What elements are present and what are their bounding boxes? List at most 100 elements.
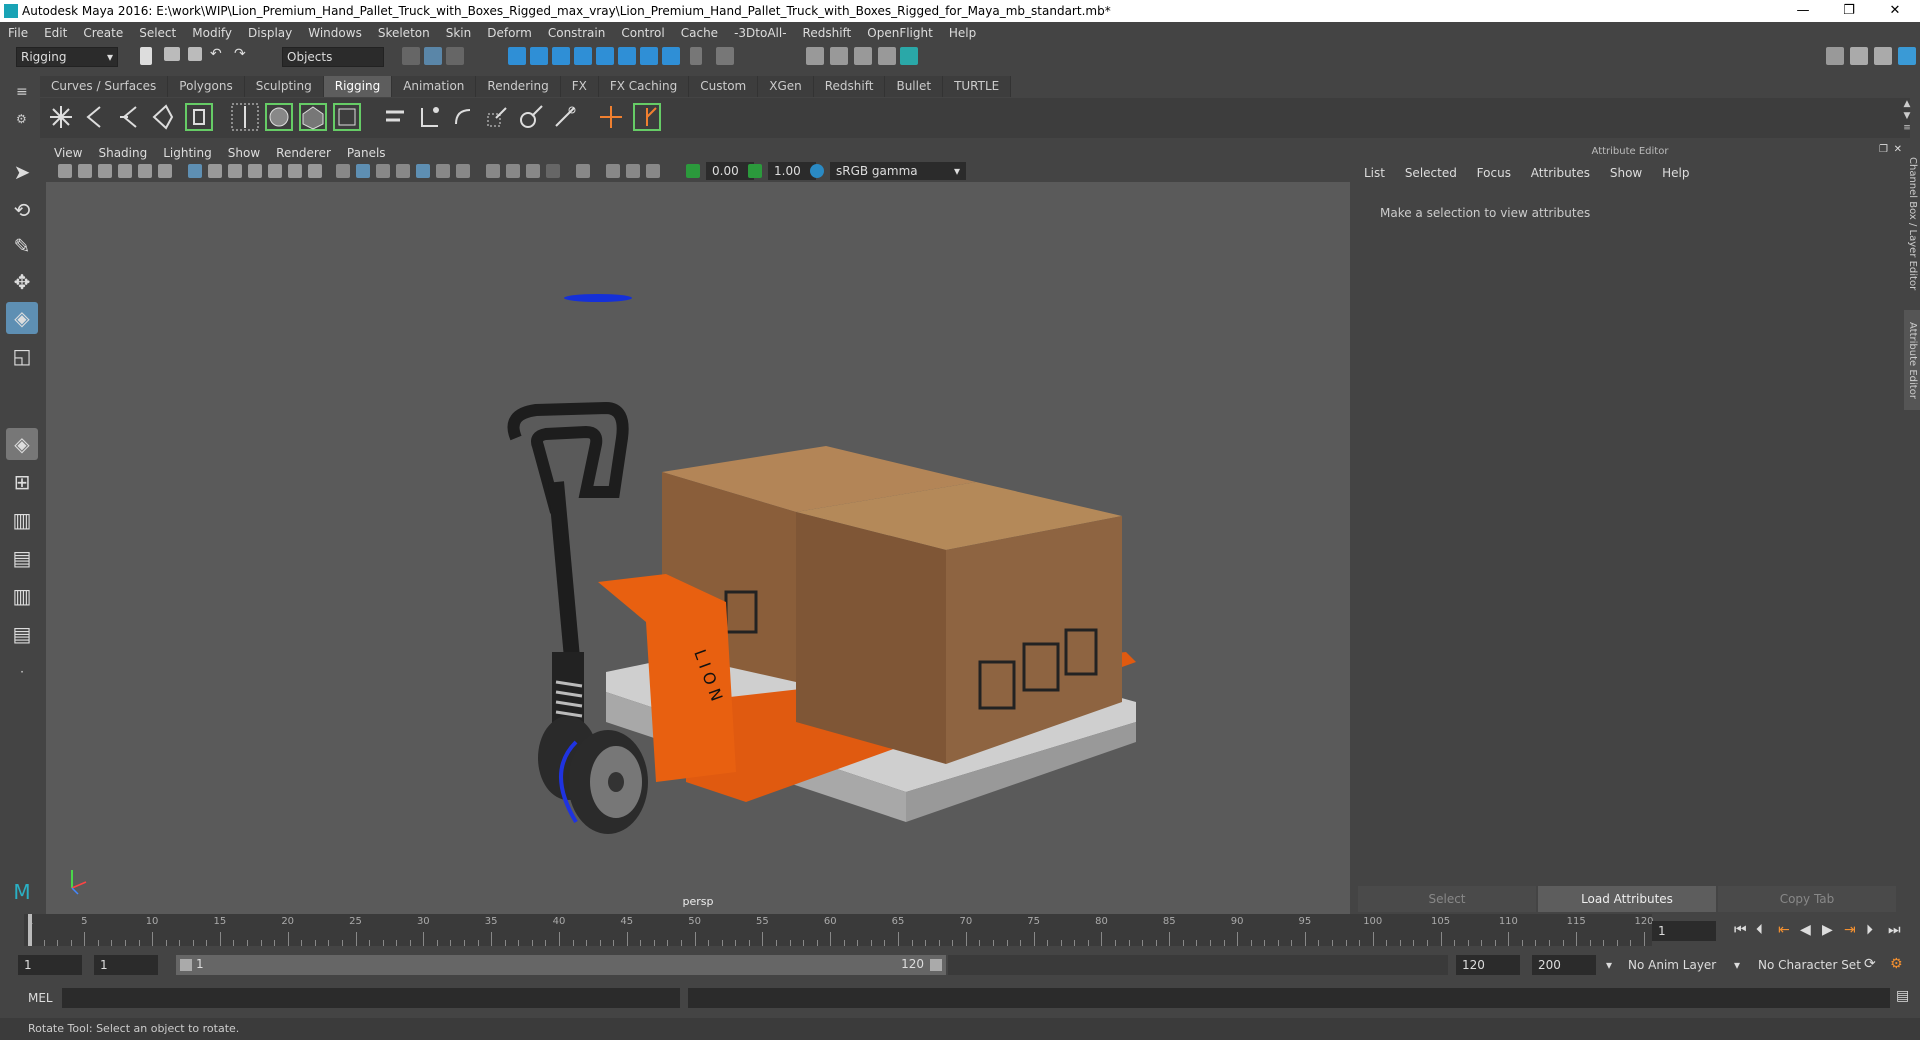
select-camera-icon[interactable] xyxy=(58,164,72,178)
anim-start-field[interactable]: 1 xyxy=(18,955,82,975)
xray-active-icon[interactable] xyxy=(626,164,640,178)
snap-grid-icon[interactable] xyxy=(508,47,526,65)
save-scene-icon[interactable] xyxy=(188,47,202,61)
tab-channel-box[interactable]: Channel Box / Layer Editor xyxy=(1904,154,1920,294)
anim-layer-dropdown[interactable]: No Anim Layer xyxy=(1622,955,1738,975)
select-tool-icon[interactable]: ➤ xyxy=(6,156,38,188)
bookmark-icon[interactable] xyxy=(98,164,112,178)
ae-menu-selected[interactable]: Selected xyxy=(1405,166,1457,180)
viewport-menu-show[interactable]: Show xyxy=(220,144,268,162)
menu-redshift[interactable]: Redshift xyxy=(795,22,860,44)
snap-surface-icon[interactable] xyxy=(596,47,614,65)
menu-windows[interactable]: Windows xyxy=(300,22,370,44)
select-hierarchy-icon[interactable] xyxy=(402,47,420,65)
channel-box-icon[interactable] xyxy=(1898,47,1916,65)
command-input[interactable] xyxy=(62,988,680,1008)
gate-mask-icon[interactable] xyxy=(248,164,262,178)
anim-end-field[interactable]: 200 xyxy=(1532,955,1596,975)
locator-icon[interactable] xyxy=(596,102,626,132)
menu-create[interactable]: Create xyxy=(75,22,131,44)
wireframe-icon[interactable] xyxy=(336,164,350,178)
more-layouts-icon[interactable]: · xyxy=(6,656,38,688)
field-chart-icon[interactable] xyxy=(268,164,282,178)
current-frame-field[interactable]: 1 xyxy=(1652,921,1716,941)
move-tool-icon[interactable]: ✥ xyxy=(6,266,38,298)
menuset-dropdown[interactable]: Rigging ▾ xyxy=(16,47,118,67)
grease-pencil-icon[interactable] xyxy=(158,164,172,178)
menu-deform[interactable]: Deform xyxy=(479,22,540,44)
ae-menu-focus[interactable]: Focus xyxy=(1477,166,1511,180)
step-forward-icon[interactable]: ⏵ xyxy=(1866,922,1873,938)
tab-animation[interactable]: Animation xyxy=(392,76,477,97)
xray-joints-icon[interactable] xyxy=(646,164,660,178)
render-view-icon[interactable] xyxy=(900,47,918,65)
ik-handle-icon[interactable] xyxy=(80,102,110,132)
ae-menu-show[interactable]: Show xyxy=(1610,166,1642,180)
tab-bullet[interactable]: Bullet xyxy=(885,76,944,97)
tab-rendering[interactable]: Rendering xyxy=(476,76,561,97)
playback-start-field[interactable]: 1 xyxy=(94,955,158,975)
persp-uv-layout-icon[interactable]: ▤ xyxy=(6,618,38,650)
rotate-tool-icon[interactable]: ◈ xyxy=(6,302,38,334)
aim-constraint-icon[interactable] xyxy=(516,102,546,132)
rigid-bind-icon[interactable] xyxy=(298,102,328,132)
tab-fx-caching[interactable]: FX Caching xyxy=(598,76,690,97)
smooth-shade-icon[interactable] xyxy=(356,164,370,178)
gamma-field[interactable]: 1.00 xyxy=(768,162,816,180)
menu-edit[interactable]: Edit xyxy=(36,22,75,44)
anti-aliasing-icon[interactable] xyxy=(526,164,540,178)
select-component-icon[interactable] xyxy=(446,47,464,65)
close-panel-icon[interactable]: ✕ xyxy=(1894,144,1902,155)
color-management-icon[interactable] xyxy=(810,164,824,178)
menu-cache[interactable]: Cache xyxy=(673,22,726,44)
tab-polygons[interactable]: Polygons xyxy=(168,76,245,97)
gamma-icon[interactable] xyxy=(748,164,762,178)
default-material-icon[interactable] xyxy=(376,164,390,178)
grid-icon[interactable] xyxy=(188,164,202,178)
script-editor-icon[interactable]: ▤ xyxy=(1896,988,1909,1004)
render-settings-icon[interactable] xyxy=(854,47,872,65)
skeleton-icon[interactable] xyxy=(184,102,214,132)
persp-outliner-layout-icon[interactable]: ▥ xyxy=(6,504,38,536)
four-view-layout-icon[interactable]: ⊞ xyxy=(6,466,38,498)
current-time-indicator[interactable] xyxy=(28,914,32,946)
go-to-end-icon[interactable]: ⏭ xyxy=(1888,922,1901,938)
use-all-lights-icon[interactable] xyxy=(436,164,450,178)
cluster-icon[interactable] xyxy=(632,102,662,132)
tab-rigging[interactable]: Rigging xyxy=(323,76,393,97)
safe-title-icon[interactable] xyxy=(308,164,322,178)
modeling-toolkit-icon[interactable] xyxy=(1826,47,1844,65)
tab-fx[interactable]: FX xyxy=(560,76,599,97)
lattice-icon[interactable] xyxy=(332,102,362,132)
time-slider[interactable]: 1 51015202530354045505560657075808590951… xyxy=(24,914,1654,946)
close-button[interactable]: ✕ xyxy=(1872,0,1918,22)
menu-display[interactable]: Display xyxy=(240,22,300,44)
load-attributes-button[interactable]: Load Attributes xyxy=(1538,886,1716,912)
image-plane-icon[interactable] xyxy=(118,164,132,178)
tab-redshift[interactable]: Redshift xyxy=(813,76,886,97)
camera-attributes-icon[interactable] xyxy=(78,164,92,178)
parent-constraint-icon[interactable] xyxy=(380,102,410,132)
animation-preferences-icon[interactable]: ⚙ xyxy=(1890,956,1903,972)
xray-icon[interactable] xyxy=(606,164,620,178)
snap-vertex-icon[interactable] xyxy=(618,47,636,65)
scale-tool-icon[interactable]: ◱ xyxy=(6,340,38,372)
ae-menu-attributes[interactable]: Attributes xyxy=(1531,166,1590,180)
film-gate-icon[interactable] xyxy=(208,164,222,178)
tab-sculpting[interactable]: Sculpting xyxy=(244,76,324,97)
minimize-button[interactable]: — xyxy=(1780,0,1826,22)
exposure-field[interactable]: 0.00 xyxy=(706,162,754,180)
menu-control[interactable]: Control xyxy=(613,22,672,44)
menu-help[interactable]: Help xyxy=(941,22,984,44)
paint-select-tool-icon[interactable]: ✎ xyxy=(6,230,38,262)
orient-constraint-icon[interactable] xyxy=(448,102,478,132)
range-start-handle[interactable] xyxy=(180,959,192,971)
tab-turtle[interactable]: TURTLE xyxy=(943,76,1012,97)
select-button[interactable]: Select xyxy=(1358,886,1536,912)
snap-view-icon[interactable] xyxy=(574,47,592,65)
prev-key-icon[interactable]: ⇤ xyxy=(1778,922,1790,938)
safe-action-icon[interactable] xyxy=(288,164,302,178)
attribute-editor-toggle-icon[interactable] xyxy=(1850,47,1868,65)
redo-icon[interactable]: ↷ xyxy=(234,46,246,62)
ik-spline-icon[interactable] xyxy=(114,102,144,132)
